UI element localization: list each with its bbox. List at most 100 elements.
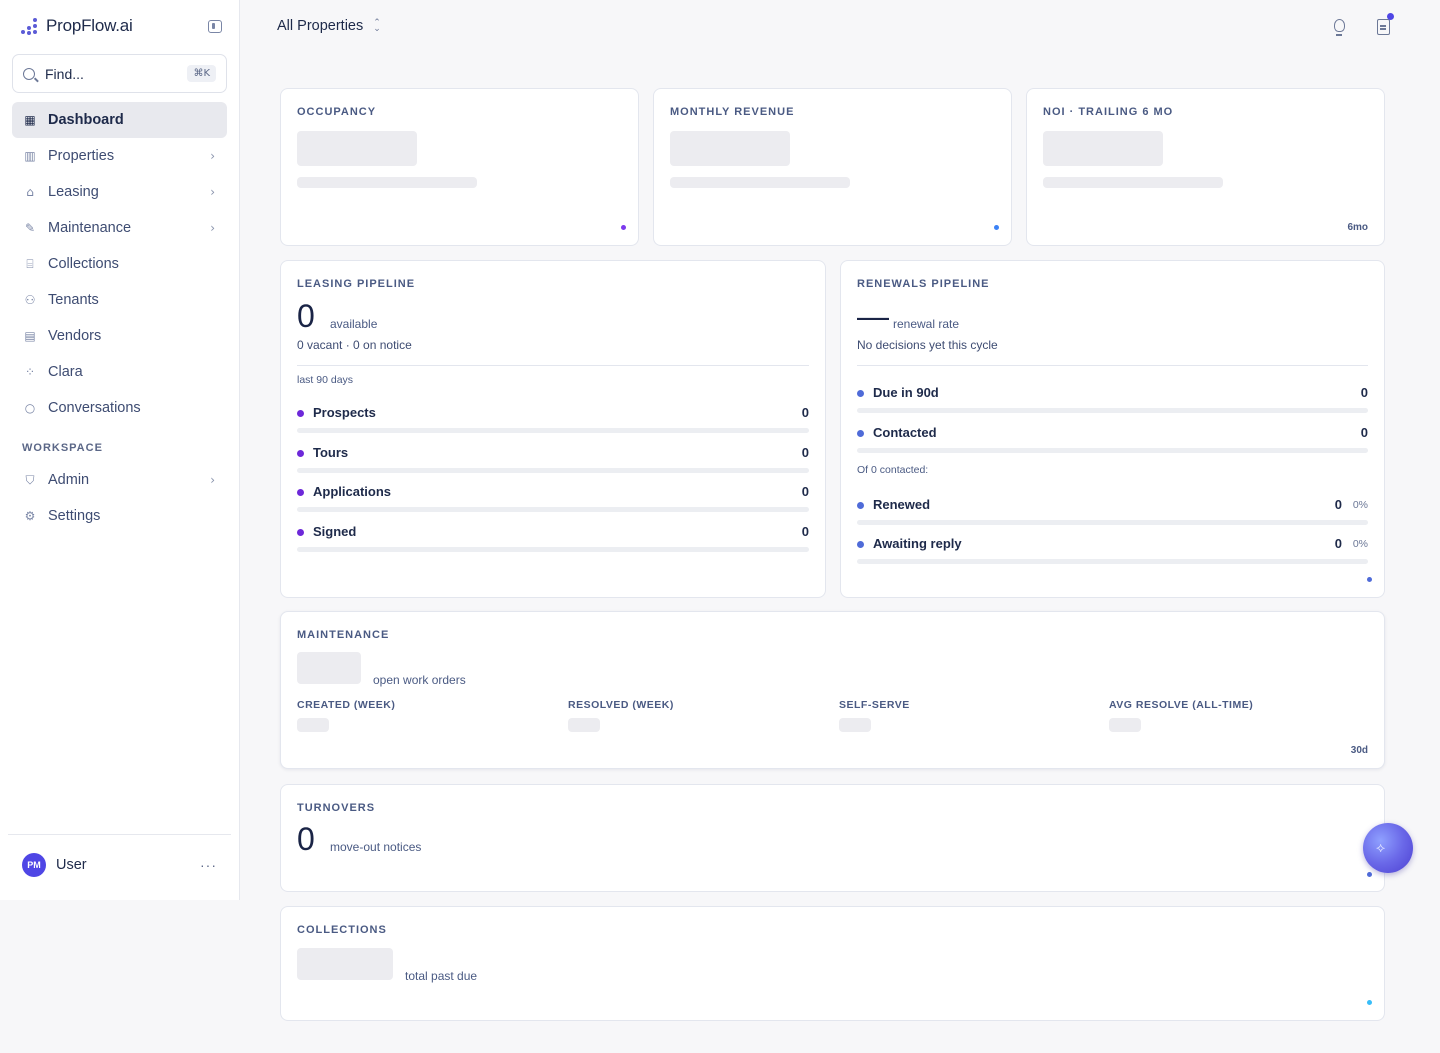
- row-value: 0: [1360, 425, 1368, 440]
- stat-resolved-week: RESOLVED (WEEK): [568, 699, 674, 732]
- renewal-row-contacted[interactable]: Contacted 0: [857, 423, 1368, 459]
- row-percent: 0%: [1352, 538, 1368, 550]
- pipeline-row-signed[interactable]: Signed 0: [297, 522, 809, 558]
- row-label: Renewed: [873, 497, 931, 512]
- sidebar-item-collections[interactable]: ⌸ Collections: [12, 246, 227, 282]
- status-dot: [1367, 872, 1372, 877]
- card-title: MONTHLY REVENUE: [670, 106, 795, 118]
- renewal-rate-label: renewal rate: [893, 317, 960, 331]
- card-title: TURNOVERS: [297, 802, 376, 814]
- row-label: Due in 90d: [873, 385, 939, 400]
- sidebar-item-label: Conversations: [48, 400, 141, 416]
- sidebar-toggle-icon[interactable]: [208, 20, 222, 33]
- sidebar-item-properties[interactable]: ▥ Properties ›: [12, 138, 227, 174]
- progress-bar: [857, 408, 1368, 413]
- pipeline-row-tours[interactable]: Tours 0: [297, 443, 809, 479]
- sidebar-item-dashboard[interactable]: ▦ Dashboard: [12, 102, 227, 138]
- available-count: 0: [297, 298, 315, 334]
- document-icon[interactable]: [1372, 13, 1394, 38]
- status-dot: [857, 502, 864, 509]
- chat-icon: ○: [24, 401, 36, 415]
- sidebar-item-settings[interactable]: ⚙ Settings: [12, 498, 227, 534]
- loading-placeholder: [297, 131, 417, 166]
- past-due-label: total past due: [405, 969, 478, 983]
- sidebar-item-tenants[interactable]: ⚇ Tenants: [12, 282, 227, 318]
- stat-self-serve: SELF-SERVE: [839, 699, 910, 732]
- chevron-right-icon: ›: [210, 185, 215, 199]
- row-label: Signed: [313, 524, 357, 539]
- loading-placeholder: [1109, 718, 1141, 732]
- sidebar-item-label: Maintenance: [48, 220, 132, 236]
- status-dot: [857, 541, 864, 548]
- card-title: RENEWALS PIPELINE: [857, 278, 990, 290]
- avatar: PM: [22, 852, 46, 877]
- lightbulb-icon[interactable]: [1328, 16, 1350, 38]
- shield-icon: ⛉: [25, 472, 35, 487]
- progress-bar: [297, 507, 809, 512]
- assistant-button[interactable]: ⟡: [1363, 823, 1413, 873]
- search-box[interactable]: ⌘K: [12, 54, 227, 93]
- sidebar-item-conversations[interactable]: ○ Conversations: [12, 390, 227, 426]
- building-icon: ▥: [24, 149, 36, 163]
- gear-icon: ⚙: [24, 509, 36, 523]
- sidebar-item-admin[interactable]: ⛉ Admin ›: [12, 462, 227, 498]
- status-dot: [1367, 577, 1372, 582]
- property-selector[interactable]: All Properties ⌃ ⌄: [277, 18, 381, 34]
- more-options-icon[interactable]: ···: [200, 857, 217, 873]
- row-value: 0: [801, 445, 809, 460]
- property-selector-label: All Properties: [277, 18, 364, 34]
- status-dot: [297, 529, 304, 536]
- loading-placeholder: [1043, 177, 1223, 188]
- pipeline-row-prospects[interactable]: Prospects 0: [297, 403, 809, 439]
- loading-placeholder: [297, 948, 393, 980]
- renewal-row-due[interactable]: Due in 90d 0: [857, 383, 1368, 419]
- card-title: LEASING PIPELINE: [297, 278, 416, 290]
- vacancy-summary: 0 vacant · 0 on notice: [297, 338, 412, 352]
- row-label: Prospects: [313, 405, 376, 420]
- loading-placeholder: [297, 177, 477, 188]
- renewal-row-renewed[interactable]: Renewed 0 0%: [857, 495, 1368, 531]
- sidebar-item-label: Clara: [48, 364, 83, 380]
- sidebar-item-clara[interactable]: ⁘ Clara: [12, 354, 227, 390]
- period-label: 6mo: [1347, 222, 1368, 233]
- progress-bar: [297, 547, 809, 552]
- status-dot: [297, 489, 304, 496]
- loading-placeholder: [297, 718, 329, 732]
- open-work-orders-label: open work orders: [373, 673, 466, 687]
- sidebar-item-vendors[interactable]: ▤ Vendors: [12, 318, 227, 354]
- card-title: NOI · TRAILING 6 MO: [1043, 106, 1174, 118]
- sidebar-item-maintenance[interactable]: ✎ Maintenance ›: [12, 210, 227, 246]
- sidebar-item-label: Tenants: [48, 292, 99, 308]
- loading-placeholder: [670, 131, 790, 166]
- row-value: 0: [801, 524, 809, 539]
- status-dot: [297, 410, 304, 417]
- row-label: Awaiting reply: [873, 536, 962, 551]
- stat-avg-resolve: AVG RESOLVE (ALL-TIME): [1109, 699, 1253, 732]
- renewal-row-awaiting[interactable]: Awaiting reply 0 0%: [857, 534, 1368, 570]
- occupancy-card: OCCUPANCY: [280, 88, 639, 246]
- monthly-revenue-card: MONTHLY REVENUE: [653, 88, 1012, 246]
- search-input[interactable]: [45, 65, 175, 82]
- progress-bar: [297, 428, 809, 433]
- status-dot: [857, 390, 864, 397]
- sidebar-item-label: Collections: [48, 256, 119, 272]
- pipeline-row-applications[interactable]: Applications 0: [297, 482, 809, 518]
- progress-bar: [297, 468, 809, 473]
- leasing-pipeline-card: LEASING PIPELINE 0 available 0 vacant · …: [280, 260, 826, 598]
- status-dot: [994, 225, 999, 230]
- loading-placeholder: [297, 652, 361, 684]
- user-menu[interactable]: PM User ···: [8, 834, 231, 894]
- loading-placeholder: [568, 718, 600, 732]
- brand[interactable]: PropFlow.ai: [20, 16, 133, 36]
- sparkle-icon: ⟡: [1376, 840, 1386, 856]
- sidebar-item-label: Vendors: [48, 328, 102, 344]
- sidebar-item-leasing[interactable]: ⌂ Leasing ›: [12, 174, 227, 210]
- sidebar-item-label: Settings: [48, 508, 101, 524]
- chevron-right-icon: ›: [210, 149, 215, 163]
- card-title: MAINTENANCE: [297, 629, 390, 641]
- contacted-label: Of 0 contacted:: [857, 464, 929, 476]
- range-label: last 90 days: [297, 374, 354, 386]
- stat-label: SELF-SERVE: [839, 699, 910, 711]
- stat-created-week: CREATED (WEEK): [297, 699, 395, 732]
- row-value: 0: [801, 405, 809, 420]
